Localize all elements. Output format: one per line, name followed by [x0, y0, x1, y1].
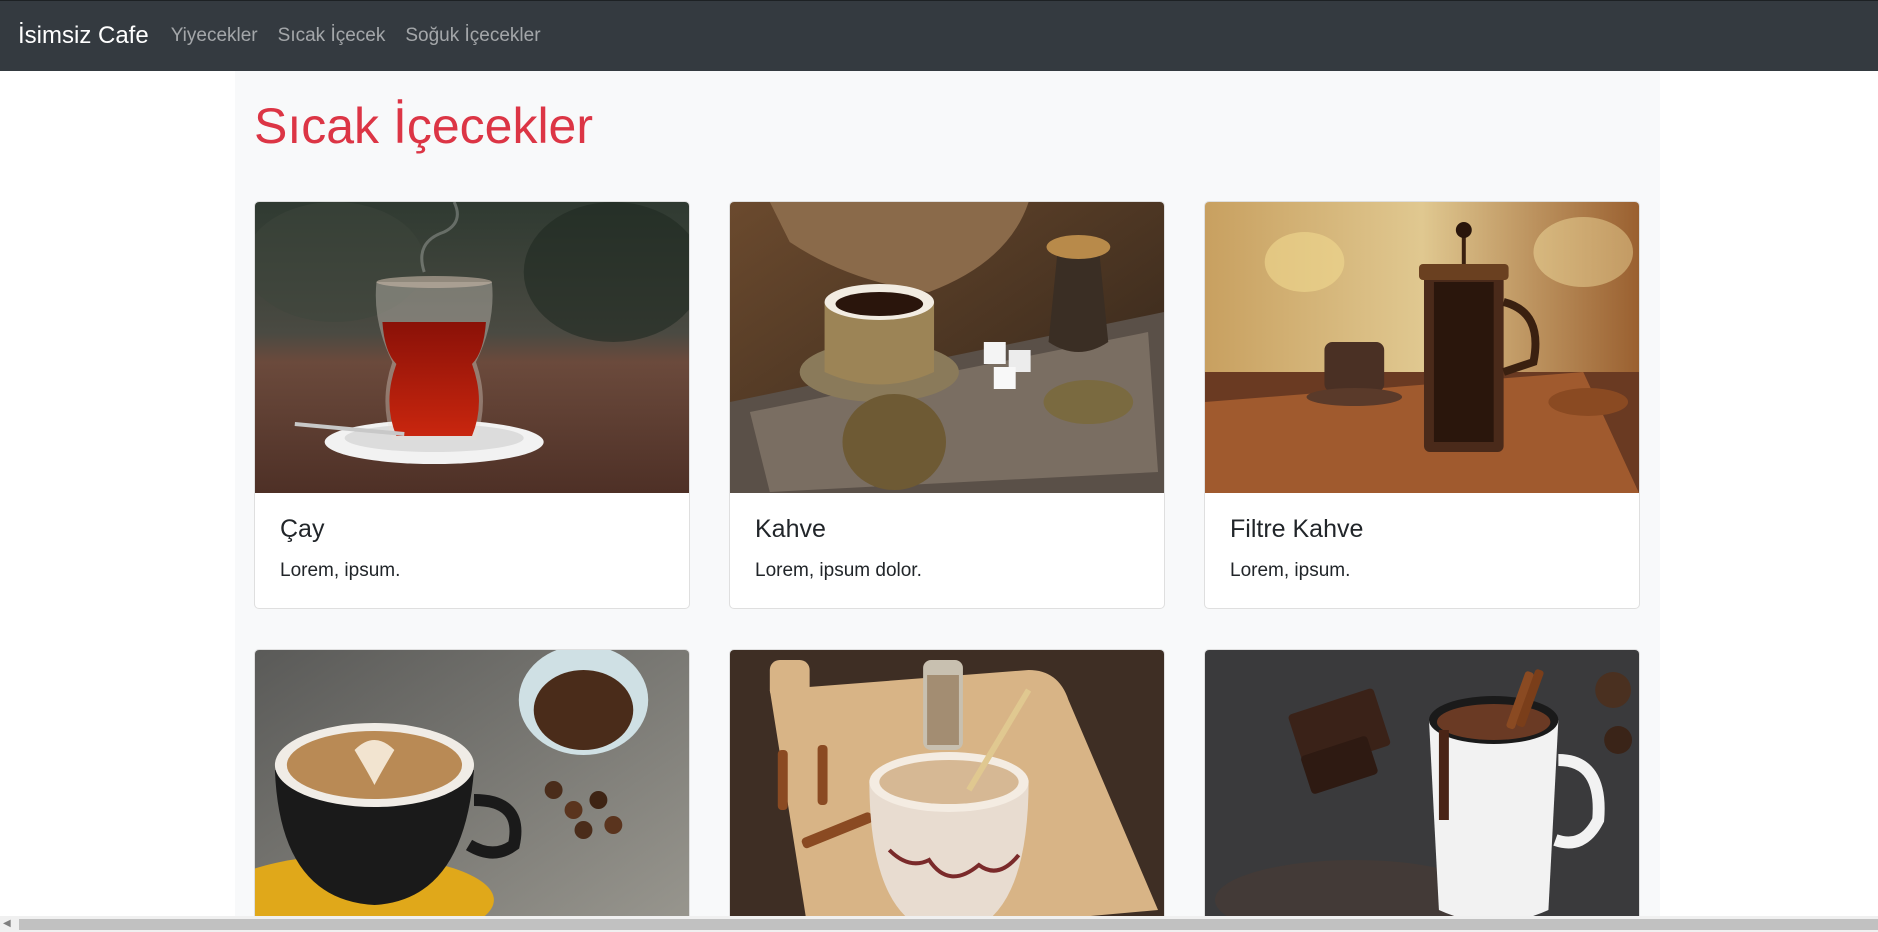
page-title: Sıcak İçecekler — [254, 98, 594, 154]
card-title: Çay — [280, 515, 325, 543]
horizontal-scrollbar[interactable]: ◀ — [0, 916, 1878, 932]
card-image-hot-chocolate — [1205, 650, 1639, 916]
product-card-cay[interactable]: Çay Lorem, ipsum. — [254, 201, 690, 609]
product-card-filtre-kahve[interactable]: Filtre Kahve Lorem, ipsum. — [1204, 201, 1640, 609]
card-text: Lorem, ipsum. — [280, 560, 401, 581]
top-navbar: İsimsiz Cafe Yiyecekler Sıcak İçecek Soğ… — [0, 0, 1878, 71]
scrollbar-thumb[interactable] — [19, 919, 1878, 930]
card-image-turkish-coffee — [730, 202, 1164, 493]
card-text: Lorem, ipsum dolor. — [755, 560, 922, 581]
nav-link-soguk-icecekler[interactable]: Soğuk İçecekler — [405, 25, 540, 47]
card-title: Filtre Kahve — [1230, 515, 1364, 543]
main-container: Sıcak İçecekler Çay Lorem, ipsum. Kahve … — [235, 71, 1660, 916]
nav-link-yiyecekler[interactable]: Yiyecekler — [171, 25, 258, 47]
product-card-hot-chocolate[interactable] — [1204, 649, 1640, 916]
card-text: Lorem, ipsum. — [1230, 560, 1351, 581]
card-image-salep — [730, 650, 1164, 916]
product-card-salep[interactable] — [729, 649, 1165, 916]
nav-link-sicak-icecek[interactable]: Sıcak İçecek — [278, 25, 386, 47]
card-image-french-press — [1205, 202, 1639, 493]
card-image-tea — [255, 202, 689, 493]
scroll-left-arrow-icon[interactable]: ◀ — [3, 918, 11, 929]
product-card-latte[interactable] — [254, 649, 690, 916]
card-image-latte — [255, 650, 689, 916]
product-card-kahve[interactable]: Kahve Lorem, ipsum dolor. — [729, 201, 1165, 609]
brand-link[interactable]: İsimsiz Cafe — [18, 22, 149, 50]
card-title: Kahve — [755, 515, 826, 543]
